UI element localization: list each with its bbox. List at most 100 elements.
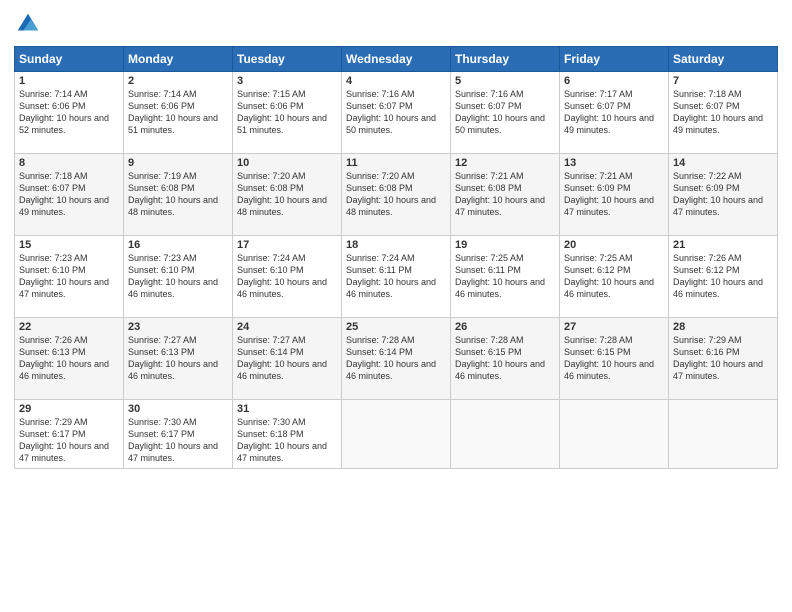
calendar-cell: 3 Sunrise: 7:15 AM Sunset: 6:06 PM Dayli… bbox=[233, 72, 342, 154]
daylight: Daylight: 10 hours and 47 minutes. bbox=[564, 195, 654, 217]
calendar-cell: 25 Sunrise: 7:28 AM Sunset: 6:14 PM Dayl… bbox=[342, 318, 451, 400]
sunset: Sunset: 6:14 PM bbox=[237, 347, 304, 357]
calendar-cell: 6 Sunrise: 7:17 AM Sunset: 6:07 PM Dayli… bbox=[560, 72, 669, 154]
sunset: Sunset: 6:10 PM bbox=[237, 265, 304, 275]
daylight: Daylight: 10 hours and 50 minutes. bbox=[346, 113, 436, 135]
sunrise: Sunrise: 7:30 AM bbox=[237, 417, 306, 427]
day-number: 20 bbox=[564, 239, 664, 251]
sunrise: Sunrise: 7:15 AM bbox=[237, 89, 306, 99]
day-number: 21 bbox=[673, 239, 773, 251]
day-info: Sunrise: 7:29 AM Sunset: 6:16 PM Dayligh… bbox=[673, 334, 773, 383]
day-info: Sunrise: 7:28 AM Sunset: 6:15 PM Dayligh… bbox=[455, 334, 555, 383]
day-info: Sunrise: 7:27 AM Sunset: 6:13 PM Dayligh… bbox=[128, 334, 228, 383]
sunset: Sunset: 6:07 PM bbox=[346, 101, 413, 111]
day-info: Sunrise: 7:25 AM Sunset: 6:11 PM Dayligh… bbox=[455, 252, 555, 301]
sunset: Sunset: 6:11 PM bbox=[346, 265, 412, 275]
day-number: 2 bbox=[128, 75, 228, 87]
calendar-cell bbox=[451, 400, 560, 469]
calendar-cell: 10 Sunrise: 7:20 AM Sunset: 6:08 PM Dayl… bbox=[233, 154, 342, 236]
sunrise: Sunrise: 7:22 AM bbox=[673, 171, 742, 181]
sunrise: Sunrise: 7:19 AM bbox=[128, 171, 197, 181]
sunset: Sunset: 6:06 PM bbox=[19, 101, 86, 111]
sunset: Sunset: 6:06 PM bbox=[128, 101, 195, 111]
logo-icon bbox=[14, 10, 42, 38]
calendar-cell: 17 Sunrise: 7:24 AM Sunset: 6:10 PM Dayl… bbox=[233, 236, 342, 318]
day-number: 31 bbox=[237, 403, 337, 415]
sunrise: Sunrise: 7:21 AM bbox=[455, 171, 524, 181]
day-number: 9 bbox=[128, 157, 228, 169]
calendar-cell bbox=[560, 400, 669, 469]
day-info: Sunrise: 7:18 AM Sunset: 6:07 PM Dayligh… bbox=[19, 170, 119, 219]
day-number: 23 bbox=[128, 321, 228, 333]
sunrise: Sunrise: 7:25 AM bbox=[564, 253, 633, 263]
day-number: 28 bbox=[673, 321, 773, 333]
sunset: Sunset: 6:11 PM bbox=[455, 265, 521, 275]
day-info: Sunrise: 7:26 AM Sunset: 6:12 PM Dayligh… bbox=[673, 252, 773, 301]
daylight: Daylight: 10 hours and 46 minutes. bbox=[673, 277, 763, 299]
calendar-cell: 4 Sunrise: 7:16 AM Sunset: 6:07 PM Dayli… bbox=[342, 72, 451, 154]
sunrise: Sunrise: 7:26 AM bbox=[673, 253, 742, 263]
day-info: Sunrise: 7:20 AM Sunset: 6:08 PM Dayligh… bbox=[237, 170, 337, 219]
calendar-cell: 9 Sunrise: 7:19 AM Sunset: 6:08 PM Dayli… bbox=[124, 154, 233, 236]
day-info: Sunrise: 7:20 AM Sunset: 6:08 PM Dayligh… bbox=[346, 170, 446, 219]
sunset: Sunset: 6:09 PM bbox=[564, 183, 631, 193]
day-info: Sunrise: 7:29 AM Sunset: 6:17 PM Dayligh… bbox=[19, 416, 119, 465]
col-friday: Friday bbox=[560, 47, 669, 72]
calendar-cell: 13 Sunrise: 7:21 AM Sunset: 6:09 PM Dayl… bbox=[560, 154, 669, 236]
day-number: 12 bbox=[455, 157, 555, 169]
calendar-cell: 16 Sunrise: 7:23 AM Sunset: 6:10 PM Dayl… bbox=[124, 236, 233, 318]
calendar-cell: 23 Sunrise: 7:27 AM Sunset: 6:13 PM Dayl… bbox=[124, 318, 233, 400]
day-number: 22 bbox=[19, 321, 119, 333]
col-sunday: Sunday bbox=[15, 47, 124, 72]
sunset: Sunset: 6:08 PM bbox=[128, 183, 195, 193]
day-number: 8 bbox=[19, 157, 119, 169]
sunset: Sunset: 6:17 PM bbox=[128, 429, 195, 439]
day-number: 24 bbox=[237, 321, 337, 333]
sunrise: Sunrise: 7:18 AM bbox=[19, 171, 88, 181]
daylight: Daylight: 10 hours and 46 minutes. bbox=[564, 359, 654, 381]
daylight: Daylight: 10 hours and 48 minutes. bbox=[346, 195, 436, 217]
sunset: Sunset: 6:18 PM bbox=[237, 429, 304, 439]
daylight: Daylight: 10 hours and 46 minutes. bbox=[128, 277, 218, 299]
daylight: Daylight: 10 hours and 50 minutes. bbox=[455, 113, 545, 135]
col-wednesday: Wednesday bbox=[342, 47, 451, 72]
sunset: Sunset: 6:09 PM bbox=[673, 183, 740, 193]
calendar-cell: 30 Sunrise: 7:30 AM Sunset: 6:17 PM Dayl… bbox=[124, 400, 233, 469]
daylight: Daylight: 10 hours and 47 minutes. bbox=[673, 195, 763, 217]
calendar-cell: 1 Sunrise: 7:14 AM Sunset: 6:06 PM Dayli… bbox=[15, 72, 124, 154]
day-number: 5 bbox=[455, 75, 555, 87]
daylight: Daylight: 10 hours and 48 minutes. bbox=[128, 195, 218, 217]
sunrise: Sunrise: 7:16 AM bbox=[346, 89, 415, 99]
calendar-cell: 26 Sunrise: 7:28 AM Sunset: 6:15 PM Dayl… bbox=[451, 318, 560, 400]
day-info: Sunrise: 7:19 AM Sunset: 6:08 PM Dayligh… bbox=[128, 170, 228, 219]
daylight: Daylight: 10 hours and 47 minutes. bbox=[237, 441, 327, 463]
sunset: Sunset: 6:16 PM bbox=[673, 347, 740, 357]
day-info: Sunrise: 7:28 AM Sunset: 6:15 PM Dayligh… bbox=[564, 334, 664, 383]
calendar-cell: 29 Sunrise: 7:29 AM Sunset: 6:17 PM Dayl… bbox=[15, 400, 124, 469]
day-info: Sunrise: 7:22 AM Sunset: 6:09 PM Dayligh… bbox=[673, 170, 773, 219]
daylight: Daylight: 10 hours and 46 minutes. bbox=[19, 359, 109, 381]
day-info: Sunrise: 7:21 AM Sunset: 6:09 PM Dayligh… bbox=[564, 170, 664, 219]
day-info: Sunrise: 7:26 AM Sunset: 6:13 PM Dayligh… bbox=[19, 334, 119, 383]
sunrise: Sunrise: 7:17 AM bbox=[564, 89, 633, 99]
calendar-cell: 14 Sunrise: 7:22 AM Sunset: 6:09 PM Dayl… bbox=[669, 154, 778, 236]
daylight: Daylight: 10 hours and 46 minutes. bbox=[237, 359, 327, 381]
sunset: Sunset: 6:10 PM bbox=[19, 265, 86, 275]
day-info: Sunrise: 7:14 AM Sunset: 6:06 PM Dayligh… bbox=[19, 88, 119, 137]
day-number: 14 bbox=[673, 157, 773, 169]
day-number: 1 bbox=[19, 75, 119, 87]
daylight: Daylight: 10 hours and 47 minutes. bbox=[455, 195, 545, 217]
sunset: Sunset: 6:17 PM bbox=[19, 429, 86, 439]
daylight: Daylight: 10 hours and 47 minutes. bbox=[673, 359, 763, 381]
calendar-cell: 18 Sunrise: 7:24 AM Sunset: 6:11 PM Dayl… bbox=[342, 236, 451, 318]
sunrise: Sunrise: 7:25 AM bbox=[455, 253, 524, 263]
calendar-cell: 27 Sunrise: 7:28 AM Sunset: 6:15 PM Dayl… bbox=[560, 318, 669, 400]
calendar-table: Sunday Monday Tuesday Wednesday Thursday… bbox=[14, 46, 778, 469]
day-info: Sunrise: 7:25 AM Sunset: 6:12 PM Dayligh… bbox=[564, 252, 664, 301]
day-number: 25 bbox=[346, 321, 446, 333]
day-number: 13 bbox=[564, 157, 664, 169]
day-info: Sunrise: 7:15 AM Sunset: 6:06 PM Dayligh… bbox=[237, 88, 337, 137]
calendar-cell bbox=[342, 400, 451, 469]
sunrise: Sunrise: 7:23 AM bbox=[128, 253, 197, 263]
calendar-cell: 21 Sunrise: 7:26 AM Sunset: 6:12 PM Dayl… bbox=[669, 236, 778, 318]
